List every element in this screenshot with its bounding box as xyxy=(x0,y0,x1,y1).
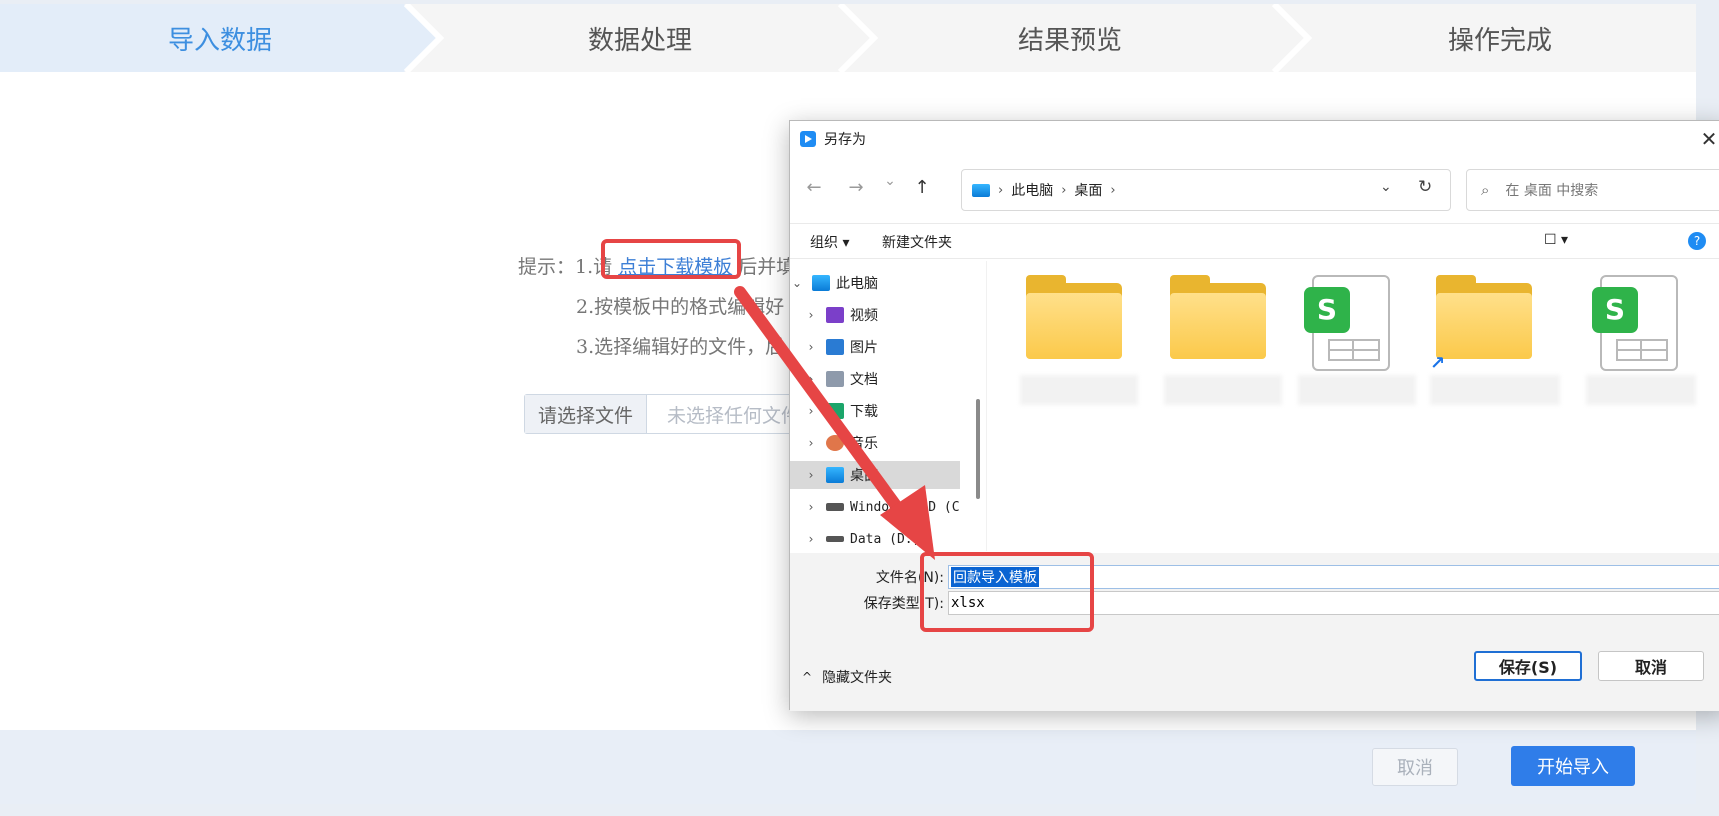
annotation-arrow xyxy=(734,286,935,560)
